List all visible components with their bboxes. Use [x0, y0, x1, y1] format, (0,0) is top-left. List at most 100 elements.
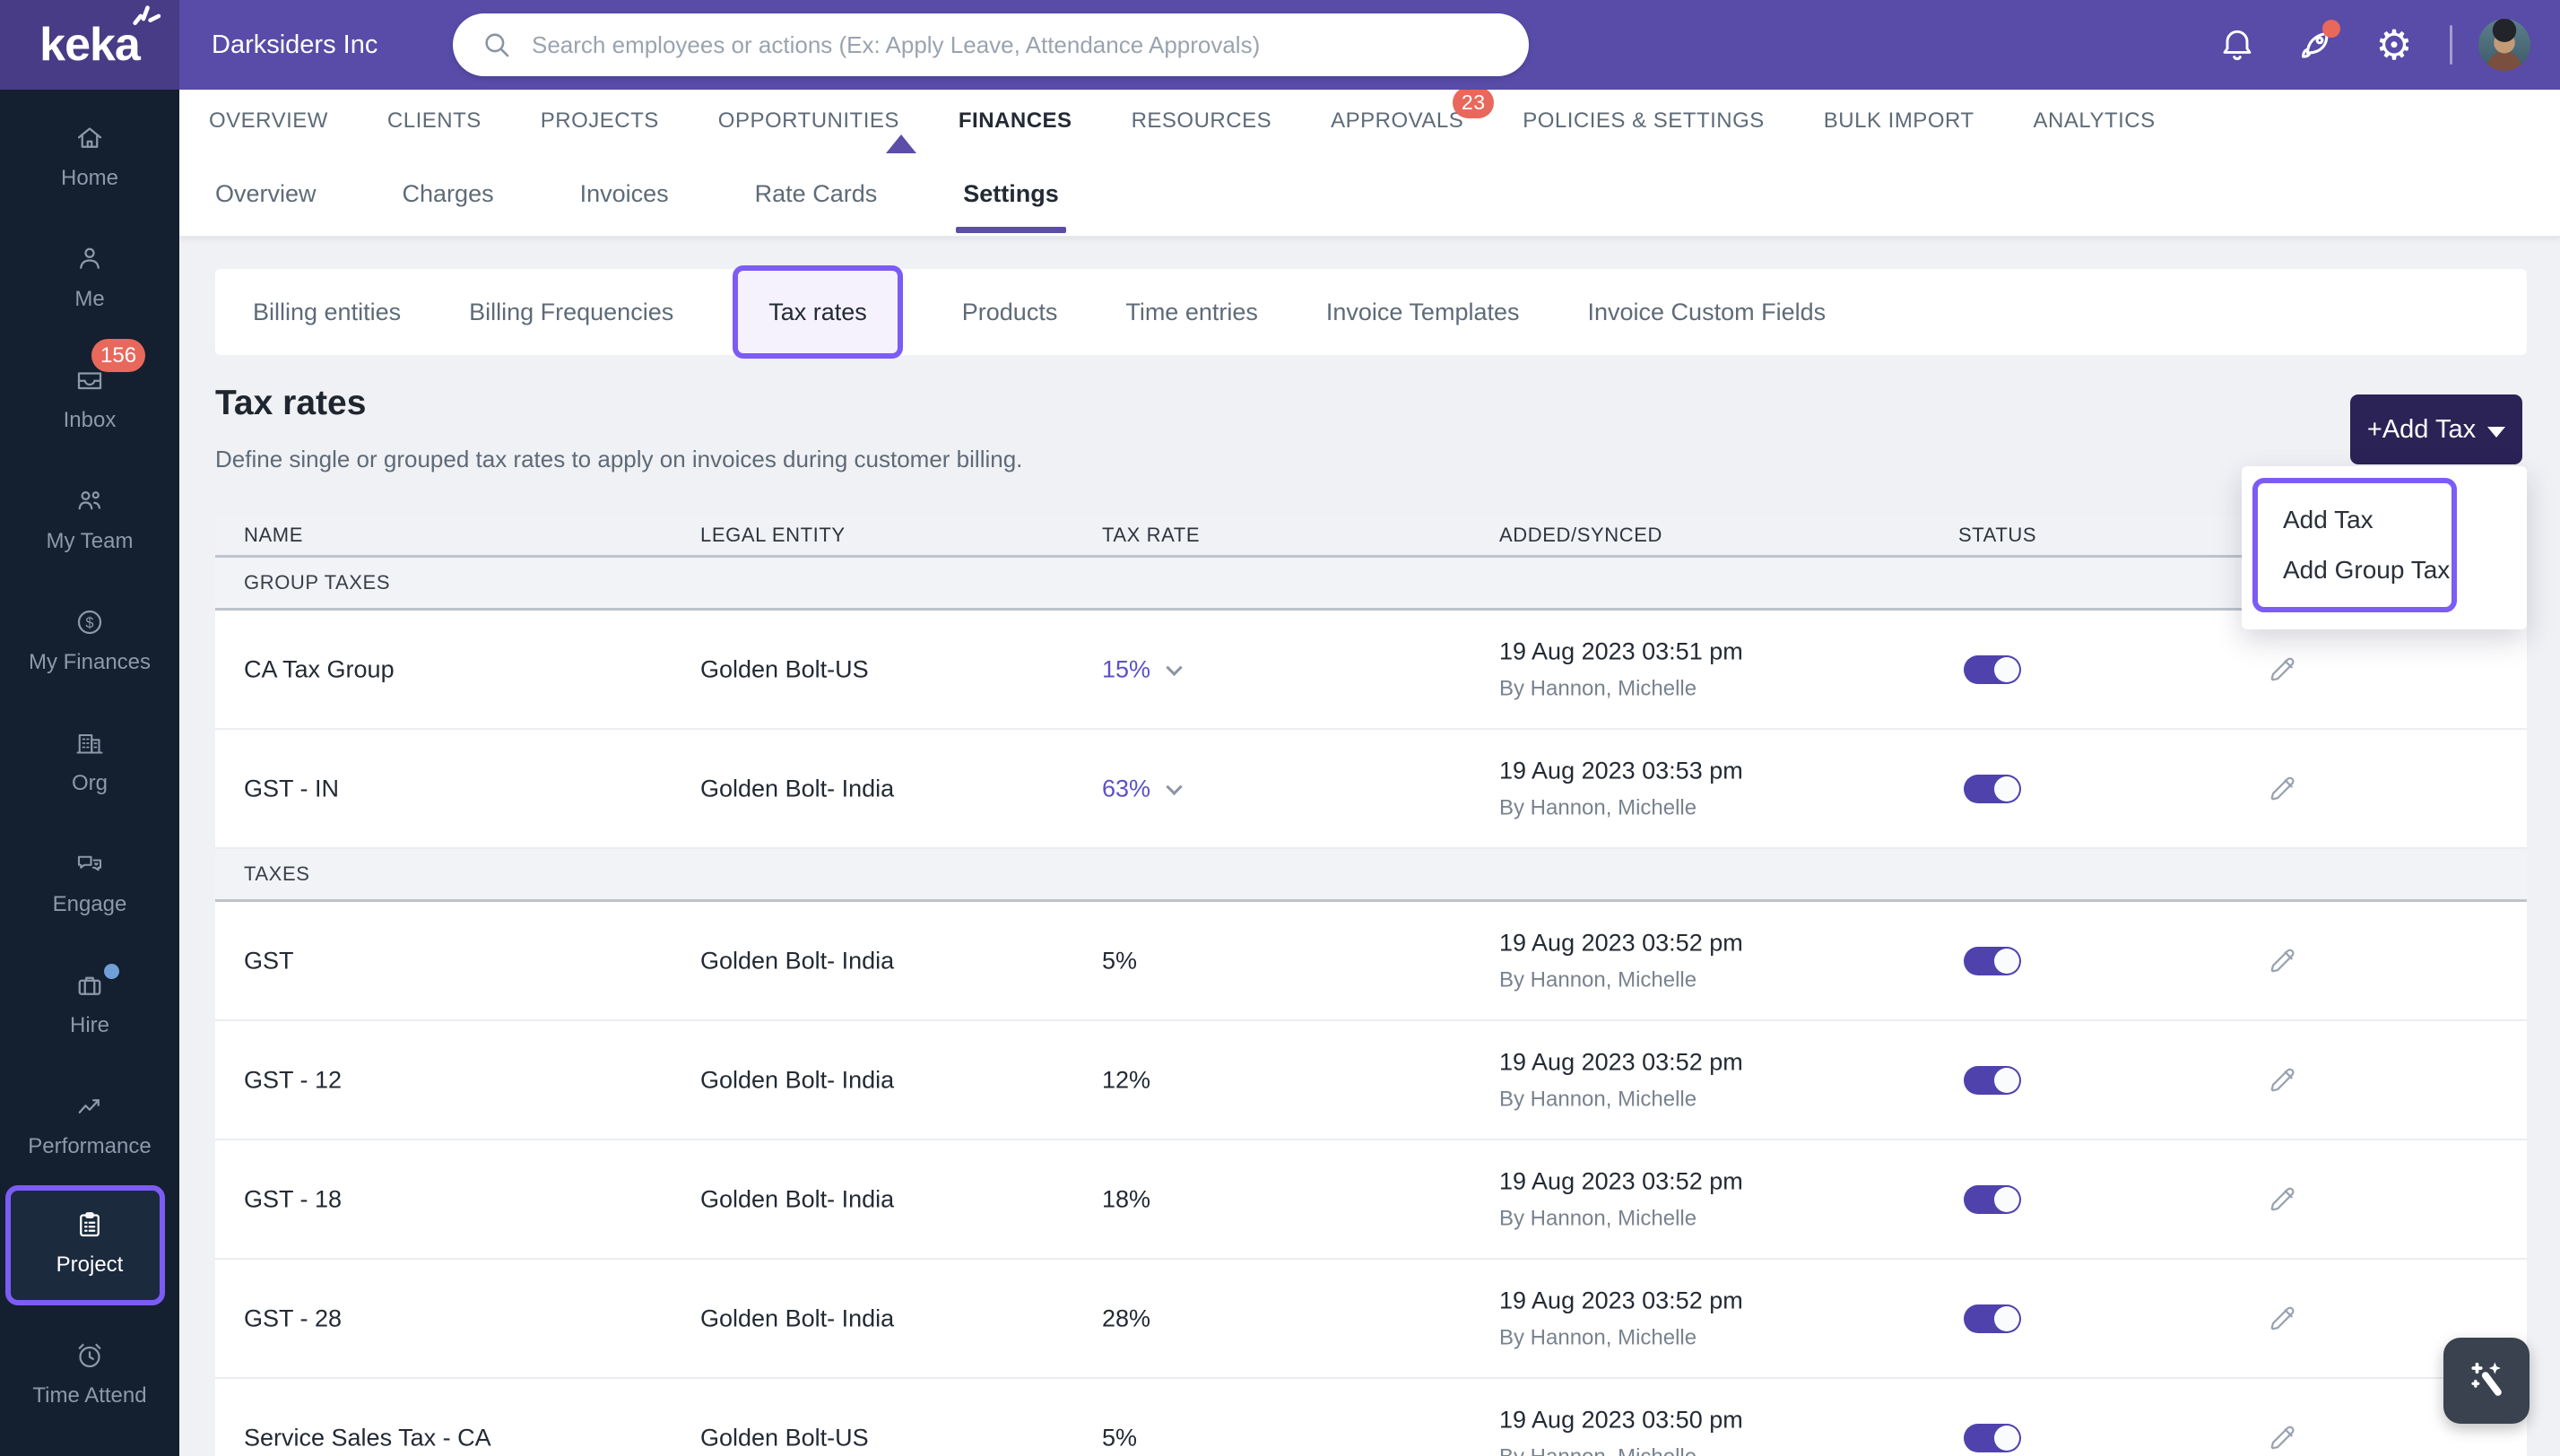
tax-rate-expander[interactable]: 63%	[1102, 775, 1183, 802]
tab-products[interactable]: Products	[962, 299, 1058, 326]
sidebar-item-me[interactable]: Me	[0, 238, 179, 341]
sidebar-item-my-finances[interactable]: $ My Finances	[0, 601, 179, 704]
tab-opportunities[interactable]: OPPORTUNITIES	[718, 108, 899, 134]
tab-clients[interactable]: CLIENTS	[387, 108, 482, 134]
settings-gear-icon[interactable]: ⚙	[2373, 23, 2416, 66]
edit-pencil-icon[interactable]	[2267, 773, 2299, 805]
tab-tax-rates[interactable]: Tax rates	[733, 265, 903, 359]
rocket-notification-dot	[2322, 20, 2340, 38]
approvals-count-badge: 23	[1453, 87, 1495, 118]
chevron-down-icon	[1166, 659, 1183, 676]
legal-entity: Golden Bolt- India	[700, 1066, 895, 1093]
edit-pencil-icon[interactable]	[2267, 1422, 2299, 1454]
building-icon	[76, 733, 103, 754]
finances-sub-nav: Overview Charges Invoices Rate Cards Set…	[179, 152, 2560, 238]
menu-item-add-tax[interactable]: Add Tax	[2283, 506, 2452, 534]
status-toggle[interactable]	[1964, 1184, 2021, 1214]
search-icon	[485, 33, 509, 57]
tax-name: GST	[244, 947, 294, 974]
tax-rate-expander[interactable]: 15%	[1102, 655, 1183, 683]
dollar-circle-icon: $	[77, 610, 102, 635]
add-tax-button[interactable]: +Add Tax	[2350, 394, 2522, 464]
menu-item-add-group-tax[interactable]: Add Group Tax	[2283, 556, 2452, 585]
team-icon	[78, 490, 101, 510]
table-header-row: NAME LEGAL ENTITY TAX RATE ADDED/SYNCED …	[215, 516, 2527, 558]
col-tax-rate: TAX RATE	[1102, 524, 1201, 546]
whats-new-rocket-icon[interactable]	[2294, 20, 2340, 66]
tab-billing-entities[interactable]: Billing entities	[253, 299, 401, 326]
sidebar-item-time-attend[interactable]: Time Attend	[0, 1334, 179, 1437]
sidebar-item-my-team[interactable]: My Team	[0, 480, 179, 583]
chevron-down-icon	[1166, 778, 1183, 795]
tab-overview[interactable]: OVERVIEW	[209, 108, 328, 134]
subtab-overview[interactable]: Overview	[215, 152, 317, 236]
edit-pencil-icon[interactable]	[2267, 1303, 2299, 1335]
tab-billing-frequencies[interactable]: Billing Frequencies	[469, 299, 673, 326]
legal-entity: Golden Bolt-US	[700, 1424, 869, 1451]
tab-time-entries[interactable]: Time entries	[1125, 299, 1258, 326]
status-toggle[interactable]	[1964, 946, 2021, 975]
sidebar-item-inbox[interactable]: 156 Inbox	[0, 339, 179, 462]
tax-name: CA Tax Group	[244, 655, 395, 682]
added-synced: 19 Aug 2023 03:52 pm By Hannon, Michelle	[1499, 929, 1743, 992]
sidebar-item-engage[interactable]: Engage	[0, 843, 179, 946]
alarm-clock-icon	[78, 1343, 101, 1368]
sidebar-item-project[interactable]: Project	[0, 1203, 179, 1306]
status-toggle[interactable]	[1964, 654, 2021, 684]
edit-pencil-icon[interactable]	[2267, 1064, 2299, 1096]
tab-policies-settings[interactable]: POLICIES & SETTINGS	[1523, 108, 1765, 134]
user-avatar[interactable]	[2478, 19, 2530, 71]
edit-pencil-icon[interactable]	[2267, 654, 2299, 686]
legal-entity: Golden Bolt- India	[700, 1304, 895, 1331]
added-synced: 19 Aug 2023 03:52 pm By Hannon, Michelle	[1499, 1048, 1743, 1111]
table-row: GST - IN Golden Bolt- India 63% 19 Aug 2…	[215, 730, 2527, 849]
logo-spark-icon	[133, 5, 161, 25]
magic-wand-fab[interactable]	[2443, 1338, 2530, 1424]
col-status: STATUS	[1958, 524, 2037, 546]
hire-notification-dot	[104, 964, 119, 979]
status-toggle[interactable]	[1964, 1065, 2021, 1095]
keka-logo[interactable]: keka	[0, 0, 179, 90]
sidebar-item-hire[interactable]: Hire	[0, 964, 179, 1067]
sidebar: Home Me 156 Inbox My Team $ My Finances	[0, 90, 179, 1456]
tab-resources[interactable]: RESOURCES	[1132, 108, 1272, 134]
tab-invoice-templates[interactable]: Invoice Templates	[1326, 299, 1520, 326]
search-bar[interactable]	[453, 13, 1529, 76]
subtab-rate-cards[interactable]: Rate Cards	[755, 152, 878, 236]
tab-analytics[interactable]: ANALYTICS	[2034, 108, 2156, 134]
sidebar-item-performance[interactable]: Performance	[0, 1085, 179, 1188]
magic-wand-icon	[2471, 1362, 2502, 1396]
subtab-settings[interactable]: Settings	[956, 152, 1066, 236]
added-synced: 19 Aug 2023 03:50 pm By Hannon, Michelle	[1499, 1406, 1743, 1456]
sidebar-item-home[interactable]: Home	[0, 117, 179, 220]
tax-rate: 5%	[1102, 1424, 1138, 1451]
status-toggle[interactable]	[1964, 1304, 2021, 1333]
tab-finances[interactable]: FINANCES	[959, 108, 1072, 134]
trend-line-icon	[78, 1099, 100, 1114]
notifications-bell-icon[interactable]	[2216, 23, 2259, 66]
tab-bulk-import[interactable]: BULK IMPORT	[1824, 108, 1974, 134]
briefcase-icon	[78, 976, 101, 995]
table-row: GST Golden Bolt- India 5% 19 Aug 2023 03…	[215, 902, 2527, 1021]
search-input[interactable]	[532, 30, 1473, 59]
edit-pencil-icon[interactable]	[2267, 1183, 2299, 1216]
tax-name: GST - 12	[244, 1066, 343, 1093]
tab-approvals[interactable]: APPROVALS 23	[1331, 87, 1495, 134]
table-row: Service Sales Tax - CA Golden Bolt-US 5%…	[215, 1379, 2527, 1456]
subtab-charges[interactable]: Charges	[403, 152, 494, 236]
tab-invoice-custom-fields[interactable]: Invoice Custom Fields	[1588, 299, 1827, 326]
sidebar-item-org[interactable]: Org	[0, 722, 179, 825]
tax-name: GST - 28	[244, 1304, 343, 1331]
topbar-divider	[2450, 25, 2452, 65]
edit-pencil-icon[interactable]	[2267, 945, 2299, 977]
page-title: Tax rates	[215, 384, 367, 422]
status-toggle[interactable]	[1964, 1423, 2021, 1452]
subtab-invoices[interactable]: Invoices	[580, 152, 669, 236]
clipboard-icon	[80, 1212, 100, 1237]
table-row: CA Tax Group Golden Bolt-US 15% 19 Aug 2…	[215, 611, 2527, 730]
engage-chat-icon	[77, 855, 102, 871]
status-toggle[interactable]	[1964, 774, 2021, 803]
finances-active-indicator	[886, 134, 916, 153]
added-synced: 19 Aug 2023 03:53 pm By Hannon, Michelle	[1499, 757, 1743, 819]
tab-projects[interactable]: PROJECTS	[541, 108, 659, 134]
